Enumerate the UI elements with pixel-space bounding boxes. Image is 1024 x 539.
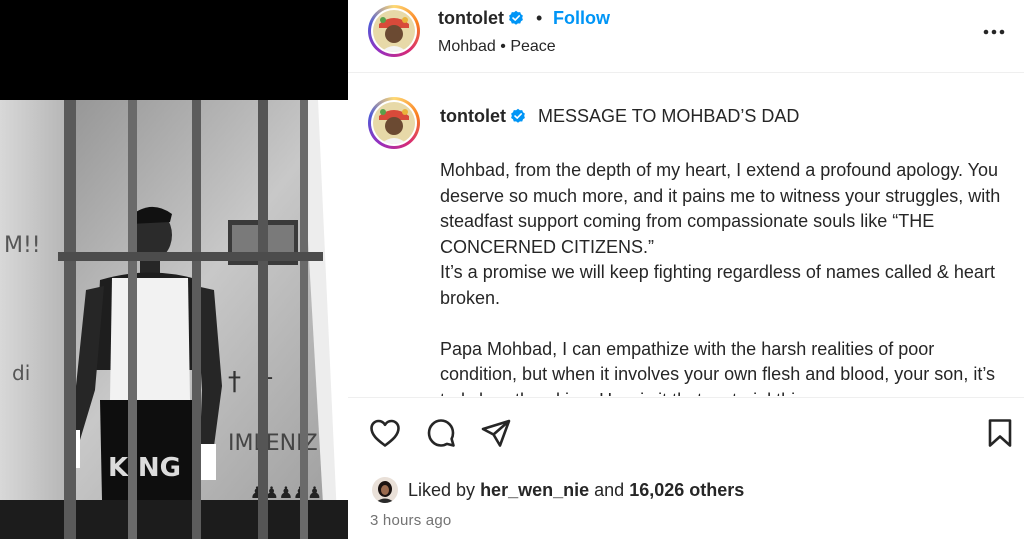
send-icon[interactable]: [479, 416, 513, 450]
likes-count[interactable]: 16,026 others: [629, 480, 744, 501]
author-username[interactable]: tontolet: [438, 8, 524, 29]
post-photo: M!! IMLENIZ † + di ♟♟♟♟♟ KING: [0, 100, 348, 539]
verified-badge-icon: [509, 10, 523, 25]
svg-text:M!!: M!!: [4, 233, 41, 258]
more-options-icon[interactable]: [980, 20, 1008, 44]
divider: [348, 397, 1024, 398]
post-media[interactable]: M!! IMLENIZ † + di ♟♟♟♟♟ KING: [0, 0, 348, 539]
post-timestamp[interactable]: 3 hours ago: [370, 512, 451, 529]
verified-badge-icon: [511, 108, 525, 123]
caption-body: Mohbad, from the depth of my heart, I ex…: [440, 158, 1010, 396]
author-avatar[interactable]: [368, 5, 420, 57]
post-caption: tontolet MESSAGE TO MOHBAD’S DAD Mohbad,…: [348, 74, 1024, 396]
caption-paragraph: Mohbad, from the depth of my heart, I ex…: [440, 160, 1001, 308]
post-subtitle[interactable]: Mohbad • Peace: [438, 38, 556, 56]
svg-text:KING: KING: [108, 453, 181, 483]
avatar-image: [373, 10, 415, 52]
liker-avatar[interactable]: [372, 477, 398, 503]
comment-icon[interactable]: [424, 416, 458, 450]
caption-username[interactable]: tontolet: [440, 106, 526, 127]
follow-button[interactable]: Follow: [553, 8, 610, 29]
post-header: tontolet • Follow Mohbad • Peace: [348, 0, 1024, 73]
likes-summary: Liked by her_wen_nie and 16,026 others: [372, 476, 744, 504]
caption-paragraph: Papa Mohbad, I can empathize with the ha…: [440, 338, 995, 397]
liker-username[interactable]: her_wen_nie: [480, 480, 589, 501]
heart-icon[interactable]: [368, 416, 402, 450]
svg-text:†: †: [228, 367, 241, 397]
avatar-image: [373, 102, 415, 144]
caption-author-avatar[interactable]: [368, 97, 420, 149]
svg-text:di: di: [12, 361, 30, 385]
separator-dot: •: [536, 8, 543, 28]
post-panel: tontolet • Follow Mohbad • Peace tontole…: [348, 0, 1024, 539]
caption-title: MESSAGE TO MOHBAD’S DAD: [538, 106, 800, 126]
bookmark-icon[interactable]: [983, 416, 1017, 450]
